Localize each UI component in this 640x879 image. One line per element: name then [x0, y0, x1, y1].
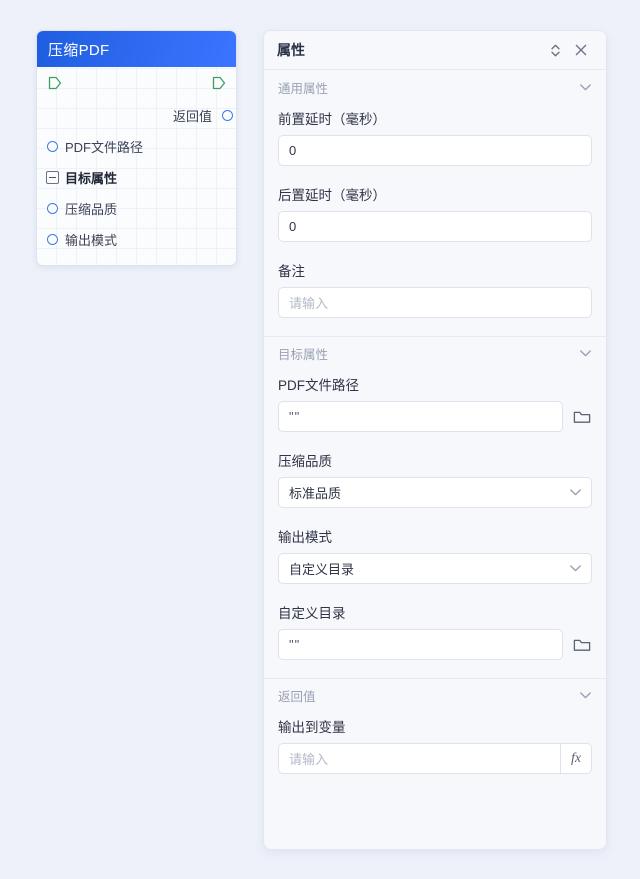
input-port-icon[interactable] [47, 234, 58, 245]
close-icon[interactable] [570, 39, 592, 61]
section-title: 返回值 [278, 690, 316, 704]
field-label: 前置延时（毫秒） [278, 112, 386, 127]
section-header-return-value[interactable]: 返回值 [264, 678, 606, 712]
return-value-port-icon[interactable] [222, 110, 233, 121]
node-item-label: PDF文件路径 [65, 140, 144, 155]
field-remark: 备注 请输入 [264, 256, 606, 332]
folder-icon[interactable] [572, 407, 592, 427]
pre-delay-input[interactable]: 0 [278, 135, 592, 166]
panel-title: 属性 [277, 42, 305, 58]
select-value: 自定义目录 [289, 562, 355, 577]
node-return-label: 返回值 [172, 109, 212, 124]
field-pre-delay: 前置延时（毫秒） 0 [264, 104, 606, 180]
collapse-minus-icon[interactable] [46, 171, 59, 184]
input-port-icon[interactable] [47, 141, 58, 152]
chevron-down-icon[interactable] [569, 485, 582, 500]
node-card[interactable]: 压缩PDF 返回值 PDF文件路径 目标属性 压缩品质 输出模式 [36, 30, 237, 266]
field-compress-quality: 压缩品质 标准品质 [264, 446, 606, 522]
field-custom-directory: 自定义目录 "" [264, 598, 606, 674]
output-variable-input[interactable]: 请输入 [278, 743, 560, 774]
node-return-row[interactable]: 返回值 [37, 100, 236, 131]
properties-panel-header: 属性 [264, 31, 606, 70]
chevron-down-icon[interactable] [578, 689, 592, 703]
select-value: 标准品质 [289, 486, 342, 501]
pdf-file-path-input[interactable]: "" [278, 401, 563, 432]
field-label: 压缩品质 [278, 454, 332, 469]
field-label: 后置延时（毫秒） [278, 188, 386, 203]
chevron-down-icon[interactable] [578, 347, 592, 361]
field-label: PDF文件路径 [278, 378, 359, 393]
node-item-label: 目标属性 [65, 171, 118, 186]
properties-panel-body[interactable]: 通用属性 前置延时（毫秒） 0 后置延时（毫秒） 0 备注 请输入 目标属性 P… [264, 70, 606, 849]
node-item-target-properties-group[interactable]: 目标属性 [37, 162, 236, 193]
section-title: 目标属性 [278, 348, 329, 362]
field-label: 备注 [278, 264, 305, 279]
field-label: 自定义目录 [278, 606, 346, 621]
section-header-target[interactable]: 目标属性 [264, 336, 606, 370]
field-output-variable: 输出到变量 请输入 fx [264, 712, 606, 788]
flow-output-port-icon[interactable] [212, 76, 226, 90]
field-output-mode: 输出模式 自定义目录 [264, 522, 606, 598]
node-card-body: 返回值 PDF文件路径 目标属性 压缩品质 输出模式 [37, 67, 236, 265]
chevron-down-icon[interactable] [569, 561, 582, 576]
field-post-delay: 后置延时（毫秒） 0 [264, 180, 606, 256]
expand-collapse-icon[interactable] [544, 39, 566, 61]
custom-directory-input[interactable]: "" [278, 629, 563, 660]
node-item-output-mode[interactable]: 输出模式 [37, 224, 236, 255]
section-title: 通用属性 [278, 81, 329, 96]
section-header-general[interactable]: 通用属性 [264, 70, 606, 104]
field-label: 输出模式 [278, 530, 332, 545]
field-pdf-file-path: PDF文件路径 "" [264, 370, 606, 446]
node-item-pdf-file-path[interactable]: PDF文件路径 [37, 131, 236, 162]
node-item-label: 输出模式 [65, 233, 118, 248]
node-flow-row [37, 67, 236, 100]
folder-icon[interactable] [572, 635, 592, 655]
compress-quality-select[interactable]: 标准品质 [278, 477, 592, 508]
node-item-label: 压缩品质 [65, 202, 118, 217]
input-port-icon[interactable] [47, 203, 58, 214]
fx-button[interactable]: fx [560, 743, 592, 774]
post-delay-input[interactable]: 0 [278, 211, 592, 242]
node-title: 压缩PDF [48, 41, 110, 59]
node-item-compress-quality[interactable]: 压缩品质 [37, 193, 236, 224]
output-mode-select[interactable]: 自定义目录 [278, 553, 592, 584]
remark-input[interactable]: 请输入 [278, 287, 592, 318]
flow-input-port-icon[interactable] [48, 76, 62, 90]
node-card-header[interactable]: 压缩PDF [37, 31, 236, 67]
field-label: 输出到变量 [278, 720, 346, 735]
properties-panel: 属性 通用属性 前置延时（毫秒） 0 后置延时（毫秒） 0 备注 请输入 目标属… [263, 30, 607, 850]
chevron-down-icon[interactable] [578, 80, 592, 94]
